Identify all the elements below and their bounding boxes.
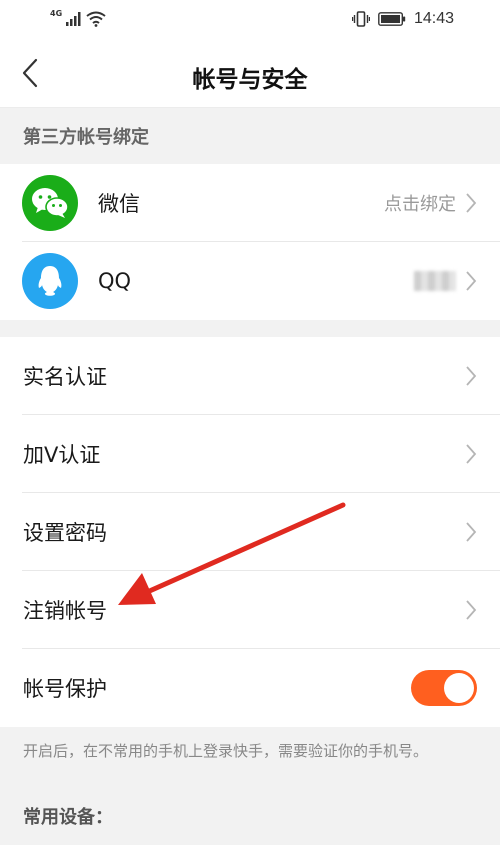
qq-label: QQ bbox=[98, 269, 132, 293]
row-account-protection: 帐号保护 bbox=[0, 649, 500, 727]
section-header-third-party: 第三方帐号绑定 bbox=[23, 127, 149, 148]
status-bar: 4G 14:43 bbox=[0, 0, 500, 38]
qq-icon bbox=[22, 253, 78, 309]
row-v-verification[interactable]: 加V认证 bbox=[0, 415, 500, 493]
protection-hint: 开启后，在不常用的手机上登录快手，需要验证你的手机号。 bbox=[23, 742, 429, 760]
v-verification-label: 加V认证 bbox=[23, 443, 101, 467]
account-protection-label: 帐号保护 bbox=[23, 677, 107, 701]
row-wechat[interactable]: 微信 点击绑定 bbox=[0, 164, 500, 242]
wifi-icon bbox=[86, 11, 106, 27]
status-left: 4G bbox=[50, 10, 106, 28]
chevron-right-icon bbox=[466, 366, 477, 386]
wechat-icon bbox=[22, 175, 78, 231]
row-qq[interactable]: QQ bbox=[0, 242, 500, 320]
wechat-bind-action[interactable]: 点击绑定 bbox=[384, 190, 456, 216]
wechat-label: 微信 bbox=[98, 192, 140, 216]
cancel-account-label: 注销帐号 bbox=[23, 599, 107, 623]
row-real-name-verification[interactable]: 实名认证 bbox=[0, 337, 500, 415]
chevron-right-icon bbox=[466, 600, 477, 620]
vibrate-icon bbox=[351, 11, 370, 27]
device-list-peek bbox=[0, 845, 500, 866]
account-protection-toggle[interactable] bbox=[411, 670, 477, 706]
battery-icon bbox=[378, 12, 406, 26]
common-devices-title: 常用设备： bbox=[23, 807, 113, 828]
chevron-right-icon bbox=[466, 522, 477, 542]
qq-account-blurred bbox=[414, 271, 456, 291]
chevron-right-icon bbox=[466, 444, 477, 464]
clock: 14:43 bbox=[413, 10, 454, 27]
toggle-knob bbox=[444, 673, 474, 703]
page-title: 帐号与安全 bbox=[192, 67, 308, 93]
network-type: 4G bbox=[50, 9, 63, 18]
chevron-right-icon bbox=[466, 193, 477, 213]
row-set-password[interactable]: 设置密码 bbox=[0, 493, 500, 571]
real-name-label: 实名认证 bbox=[23, 365, 107, 389]
chevron-right-icon bbox=[466, 271, 477, 291]
status-right: 14:43 bbox=[351, 9, 454, 29]
nav-bar: 帐号与安全 bbox=[0, 38, 500, 108]
row-cancel-account[interactable]: 注销帐号 bbox=[0, 571, 500, 649]
signal-icon bbox=[66, 12, 81, 26]
set-password-label: 设置密码 bbox=[23, 521, 107, 545]
